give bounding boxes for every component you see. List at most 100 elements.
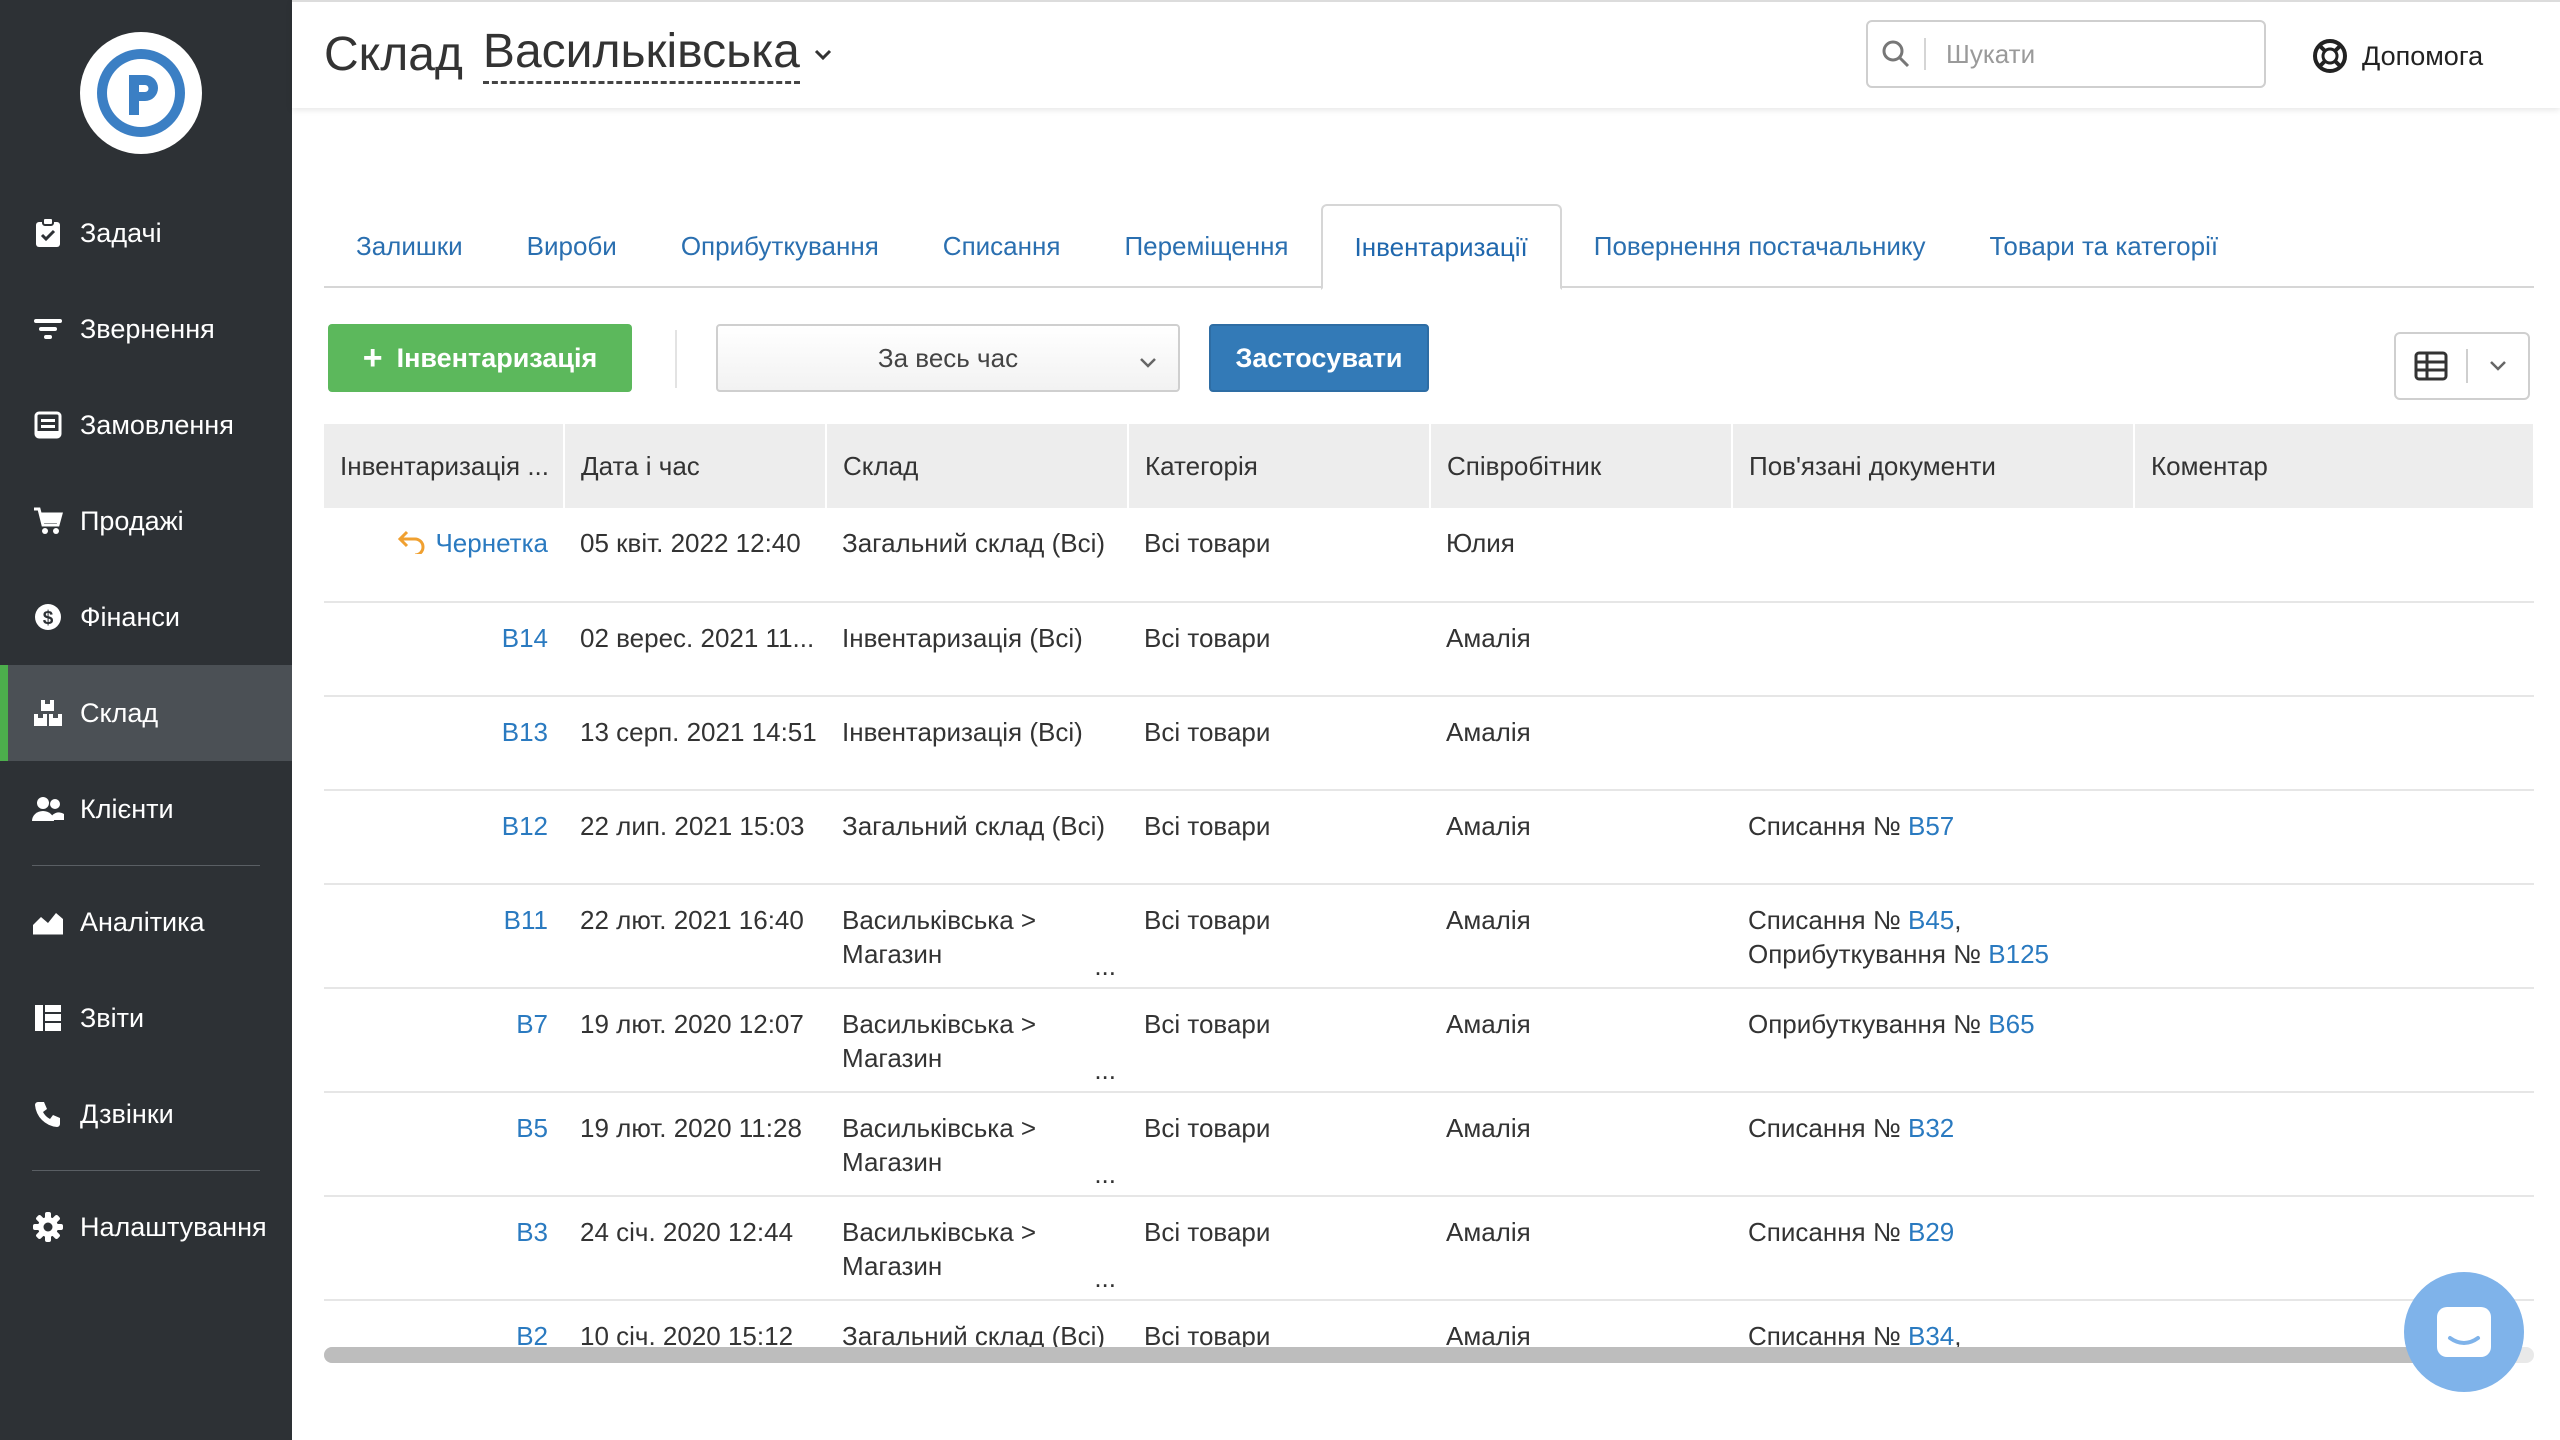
inventory-link[interactable]: В12 bbox=[502, 811, 548, 841]
warehouse-text: Васильківська > bbox=[842, 1217, 1037, 1247]
col-header-number[interactable]: Інвентаризація ... bbox=[324, 424, 565, 508]
cell-datetime: 22 лют. 2021 16:40 bbox=[564, 884, 826, 989]
chat-widget-button[interactable] bbox=[2404, 1272, 2524, 1392]
sidebar-item-settings[interactable]: Налаштування bbox=[0, 1179, 292, 1275]
table-row[interactable]: В14 02 верес. 2021 11... Інвентаризація … bbox=[324, 602, 2534, 697]
cell-datetime: 24 січ. 2020 12:44 bbox=[564, 1196, 826, 1301]
cell-datetime: 02 верес. 2021 11... bbox=[564, 602, 826, 697]
toolbar-divider bbox=[675, 330, 677, 388]
chevron-down-icon bbox=[1138, 346, 1158, 377]
warehouse-text: Інвентаризація (Всі) bbox=[842, 717, 1083, 747]
clipboard-icon bbox=[32, 217, 64, 249]
sidebar-item-label: Звіти bbox=[80, 1002, 145, 1033]
apply-button[interactable]: Застосувати bbox=[1209, 324, 1429, 392]
related-doc-link[interactable]: В32 bbox=[1908, 1113, 1954, 1143]
related-doc-link[interactable]: В65 bbox=[1988, 1009, 2034, 1039]
sidebar-item-sales[interactable]: Продажі bbox=[0, 473, 292, 569]
warehouse-selector[interactable]: Васильківська bbox=[482, 24, 800, 84]
col-header-comment[interactable]: Коментар bbox=[2134, 424, 2534, 508]
app-logo[interactable] bbox=[80, 32, 202, 154]
sidebar-item-analytics[interactable]: Аналітика bbox=[0, 874, 292, 970]
inventory-link[interactable]: В14 bbox=[502, 623, 548, 653]
table-row[interactable]: В2 10 січ. 2020 15:12 Загальний склад (В… bbox=[324, 1300, 2534, 1352]
tab-write-offs[interactable]: Списання bbox=[911, 204, 1093, 288]
period-select[interactable]: За весь час bbox=[716, 324, 1180, 392]
cell-employee: Амалія bbox=[1430, 884, 1732, 989]
col-header-category[interactable]: Категорія bbox=[1128, 424, 1431, 508]
col-header-datetime[interactable]: Дата і час bbox=[564, 424, 827, 508]
cell-datetime: 13 серп. 2021 14:51 bbox=[564, 696, 826, 791]
view-mode-toggle[interactable] bbox=[2394, 332, 2530, 400]
scrollbar-thumb[interactable] bbox=[324, 1347, 2514, 1363]
horizontal-scrollbar[interactable] bbox=[324, 1347, 2534, 1363]
chart-icon bbox=[32, 906, 64, 938]
table-row[interactable]: В11 22 лют. 2021 16:40 Васильківська > Ма… bbox=[324, 884, 2534, 989]
table-row[interactable]: В3 24 січ. 2020 12:44 Васильківська > Маг… bbox=[324, 1196, 2534, 1301]
add-inventory-button[interactable]: + Інвентаризація bbox=[328, 324, 632, 392]
chevron-down-icon[interactable] bbox=[814, 40, 832, 68]
tab-inventories[interactable]: Інвентаризації bbox=[1320, 204, 1562, 290]
sidebar-item-finance[interactable]: $ Фінанси bbox=[0, 569, 292, 665]
table-row[interactable]: В7 19 лют. 2020 12:07 Васильківська > Маг… bbox=[324, 988, 2534, 1093]
inventory-link[interactable]: В11 bbox=[504, 905, 548, 935]
search-input[interactable] bbox=[1944, 37, 2248, 71]
dollar-icon: $ bbox=[32, 601, 64, 633]
table-row[interactable]: Чернетка 05 квіт. 2022 12:40 Загальний с… bbox=[324, 508, 2534, 603]
svg-text:$: $ bbox=[43, 608, 54, 629]
tab-supplier-returns[interactable]: Повернення постачальнику bbox=[1562, 204, 1958, 288]
col-header-warehouse[interactable]: Склад bbox=[826, 424, 1129, 508]
sidebar-item-label: Аналітика bbox=[80, 906, 205, 937]
cell-warehouse: Загальний склад (Всі) bbox=[826, 790, 1128, 885]
sidebar-item-warehouse[interactable]: Склад bbox=[0, 665, 292, 761]
warehouse-text: Васильківська > bbox=[842, 1009, 1037, 1039]
sidebar-item-orders[interactable]: Замовлення bbox=[0, 377, 292, 473]
sidebar-item-calls[interactable]: Дзвінки bbox=[0, 1066, 292, 1162]
cell-number: Чернетка bbox=[324, 508, 564, 603]
cell-related-docs bbox=[1732, 696, 2134, 791]
cell-related-docs: Списання № В32 bbox=[1732, 1092, 2134, 1197]
inventory-link[interactable]: В7 bbox=[516, 1009, 548, 1039]
tab-transfers[interactable]: Переміщення bbox=[1092, 204, 1320, 288]
sidebar-divider bbox=[32, 1170, 260, 1171]
table-row[interactable]: В13 13 серп. 2021 14:51 Інвентаризація (… bbox=[324, 696, 2534, 791]
inventory-link[interactable]: В5 bbox=[516, 1113, 548, 1143]
cell-category: Всі товари bbox=[1128, 1092, 1430, 1197]
sidebar-item-reports[interactable]: Звіти bbox=[0, 970, 292, 1066]
sidebar-item-tasks[interactable]: Задачі bbox=[0, 185, 292, 281]
lifebuoy-icon bbox=[2313, 39, 2347, 73]
cell-employee: Амалія bbox=[1430, 696, 1732, 791]
cell-employee: Амалія bbox=[1430, 602, 1732, 697]
inventory-link[interactable]: В13 bbox=[502, 717, 548, 747]
inventory-link[interactable]: Чернетка bbox=[435, 528, 548, 558]
cell-datetime: 05 квіт. 2022 12:40 bbox=[564, 508, 826, 603]
related-doc-link[interactable]: В57 bbox=[1908, 811, 1954, 841]
cell-comment bbox=[2134, 790, 2534, 885]
tab-receipts[interactable]: Оприбуткування bbox=[649, 204, 911, 288]
tab-products[interactable]: Вироби bbox=[495, 204, 649, 288]
warehouse-subtext: Магазин bbox=[842, 1251, 943, 1281]
col-header-employee[interactable]: Співробітник bbox=[1430, 424, 1733, 508]
cell-related-docs: Списання № В29 bbox=[1732, 1196, 2134, 1301]
add-inventory-label: Інвентаризація bbox=[396, 342, 598, 373]
related-doc-link[interactable]: В29 bbox=[1908, 1217, 1954, 1247]
tab-goods-categories[interactable]: Товари та категорії bbox=[1958, 204, 2251, 288]
sidebar-item-label: Замовлення bbox=[80, 409, 234, 440]
tab-stock[interactable]: Залишки bbox=[324, 204, 495, 288]
inventory-link[interactable]: В3 bbox=[516, 1217, 548, 1247]
sidebar-item-requests[interactable]: Звернення bbox=[0, 281, 292, 377]
sidebar-item-clients[interactable]: Клієнти bbox=[0, 761, 292, 857]
cell-category: Всі товари bbox=[1128, 508, 1430, 603]
cell-comment bbox=[2134, 988, 2534, 1093]
warehouse-text: Загальний склад (Всі) bbox=[842, 811, 1106, 841]
truncation-dots: ... bbox=[1094, 1263, 1116, 1293]
table-row[interactable]: В12 22 лип. 2021 15:03 Загальний склад (… bbox=[324, 790, 2534, 885]
warehouse-text: Васильківська > bbox=[842, 1113, 1037, 1143]
col-header-related-docs[interactable]: Пов'язані документи bbox=[1732, 424, 2135, 508]
related-doc-link[interactable]: В45 bbox=[1908, 905, 1954, 935]
cart-icon bbox=[32, 505, 64, 537]
warehouse-text: Загальний склад (Всі) bbox=[842, 528, 1106, 558]
table-row[interactable]: В5 19 лют. 2020 11:28 Васильківська > Маг… bbox=[324, 1092, 2534, 1197]
top-header: Склад Васильківська Допомога bbox=[292, 0, 2560, 108]
help-link[interactable]: Допомога bbox=[2312, 32, 2483, 80]
related-doc-link[interactable]: В125 bbox=[1988, 939, 2049, 969]
